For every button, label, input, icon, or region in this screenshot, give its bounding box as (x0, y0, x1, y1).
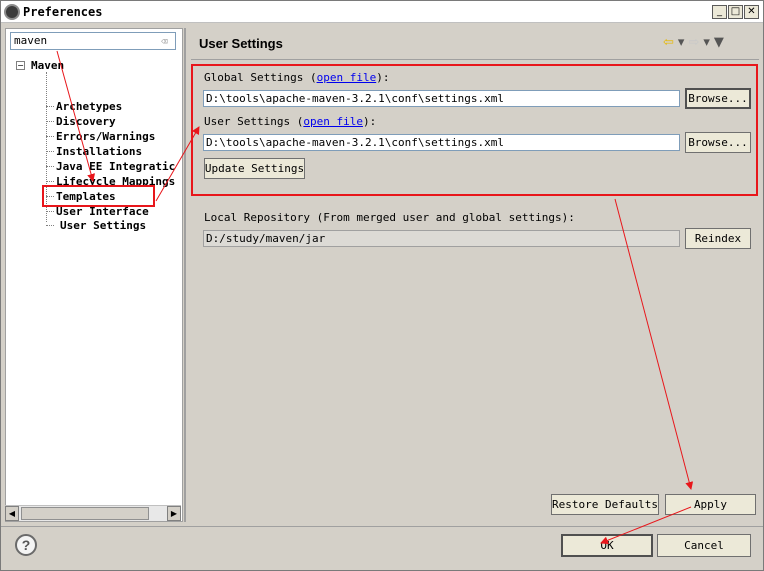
tree-item-label: Archetypes (56, 100, 123, 113)
back-menu-icon[interactable]: ▾ (678, 35, 685, 50)
preference-tree-pane: maven ⌫ − Maven Archetypes Discovery Err… (5, 28, 183, 522)
global-open-file-link[interactable]: open file (317, 71, 377, 84)
tree-horizontal-scrollbar[interactable]: ◀ ▶ (5, 505, 181, 521)
tree-item-java-ee-integration[interactable]: Java EE Integratic (46, 159, 175, 174)
filter-input[interactable]: maven ⌫ (10, 32, 176, 50)
cancel-button[interactable]: Cancel (657, 534, 751, 557)
tree-node-maven[interactable]: − Maven (16, 58, 64, 72)
global-settings-path-input[interactable]: D:\tools\apache-maven-3.2.1\conf\setting… (203, 90, 680, 107)
clear-filter-icon[interactable]: ⌫ (161, 35, 171, 48)
back-arrow-icon[interactable]: ⇦ (663, 35, 674, 50)
local-repository-path: D:/study/maven/jar (203, 230, 680, 247)
tree-item-label: Java EE Integratic (56, 160, 176, 173)
tree-item-label: Discovery (56, 115, 116, 128)
tree-item-errors-warnings[interactable]: Errors/Warnings (46, 129, 155, 144)
minimize-icon[interactable]: _ (712, 5, 727, 19)
tree-node-label: Maven (31, 58, 65, 72)
eclipse-icon (4, 4, 20, 20)
scroll-right-icon[interactable]: ▶ (167, 506, 181, 521)
close-icon[interactable]: ✕ (744, 5, 759, 19)
title-bar[interactable]: Preferences _ □ ✕ (1, 1, 763, 23)
pane-splitter[interactable] (184, 28, 186, 522)
user-browse-button[interactable]: Browse... (685, 132, 751, 153)
global-browse-button[interactable]: Browse... (685, 88, 751, 109)
apply-button[interactable]: Apply (665, 494, 756, 515)
reindex-button[interactable]: Reindex (685, 228, 751, 249)
scroll-left-icon[interactable]: ◀ (5, 506, 19, 521)
view-menu-icon[interactable]: ▼ (714, 35, 724, 50)
collapse-icon[interactable]: − (16, 60, 25, 70)
scroll-thumb[interactable] (21, 507, 149, 520)
global-settings-label: Global Settings (open file): (204, 71, 390, 84)
user-open-file-link[interactable]: open file (303, 115, 363, 128)
window-title: Preferences (23, 5, 103, 19)
forward-arrow-icon[interactable]: ⇨ (688, 35, 699, 50)
tree-item-installations[interactable]: Installations (46, 144, 142, 159)
footer-divider (1, 526, 763, 527)
user-settings-label: User Settings (open file): (204, 115, 377, 128)
preferences-window: Preferences _ □ ✕ maven ⌫ − Maven Archet… (0, 0, 764, 571)
filter-value: maven (14, 34, 48, 47)
update-settings-button[interactable]: Update Settings (204, 158, 305, 179)
highlight-box-user-settings (42, 185, 155, 207)
page-title: User Settings (199, 36, 283, 51)
header-divider (191, 59, 759, 60)
tree-item-label: Installations (56, 145, 143, 158)
restore-defaults-button[interactable]: Restore Defaults (551, 494, 659, 515)
ok-button[interactable]: OK (561, 534, 653, 557)
tree-item-user-settings[interactable]: User Settings (46, 218, 150, 233)
maximize-icon[interactable]: □ (728, 5, 743, 19)
tree-item-label: User Settings (60, 219, 147, 232)
help-icon[interactable]: ? (15, 534, 37, 556)
tree-item-discovery[interactable]: Discovery (46, 114, 116, 129)
page-nav: ⇦ ▾ ⇨ ▾ ▼ (663, 35, 724, 50)
user-settings-path-input[interactable]: D:\tools\apache-maven-3.2.1\conf\setting… (203, 134, 680, 151)
local-repository-label: Local Repository (From merged user and g… (204, 211, 575, 224)
tree-item-archetypes[interactable]: Archetypes (46, 99, 122, 114)
preference-tree: − Maven Archetypes Discovery Errors/Warn… (6, 56, 182, 506)
forward-menu-icon[interactable]: ▾ (703, 35, 710, 50)
tree-item-label: Errors/Warnings (56, 130, 156, 143)
